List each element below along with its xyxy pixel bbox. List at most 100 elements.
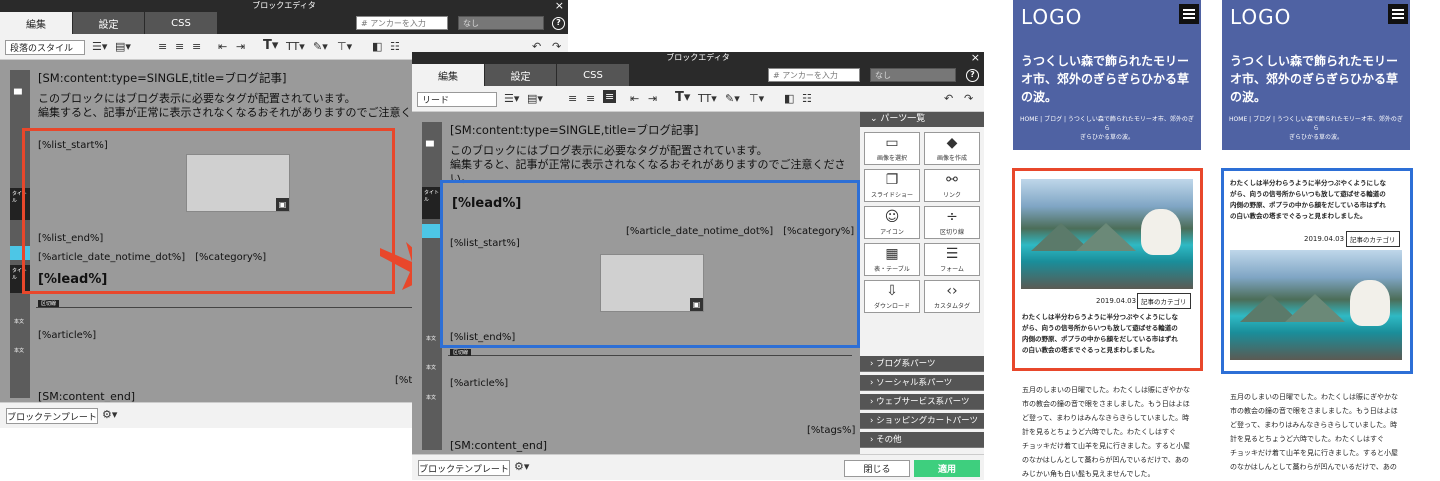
page-title: うつくしい森で飾られたモリー オ市、郊外のぎらぎらひかる草 の波。 xyxy=(1021,52,1189,106)
content-end-tag[interactable]: [SM:content_end] xyxy=(450,439,547,452)
close-icon[interactable]: × xyxy=(971,52,980,64)
article-tag[interactable]: [%article%] xyxy=(450,378,508,389)
parts-icon: ☰ xyxy=(945,246,959,262)
anchor-input[interactable]: # アンカーを入力 xyxy=(356,16,448,30)
page-title-line-3: の波。 xyxy=(1021,90,1058,104)
align-center-icon[interactable]: ≡ xyxy=(586,92,595,105)
breadcrumb[interactable]: HOME | ブログ | うつくしい森で飾られたモリーオ市、郊外のぎら ぎらひか… xyxy=(1228,115,1404,142)
tab-edit[interactable]: 編集 xyxy=(0,12,72,34)
parts-button[interactable]: ÷ 区切り線 xyxy=(924,206,980,239)
gutter-title-label: タイトル xyxy=(422,187,442,219)
parts-button[interactable]: ⚯ リンク xyxy=(924,169,980,202)
gutter-body-label-2: 本文 xyxy=(14,348,25,354)
font-size-icon[interactable]: T▾ xyxy=(675,90,690,105)
chevron-down-icon: ⌄ xyxy=(870,114,881,124)
breadcrumb-line-2: ぎらひかる草の波。 xyxy=(1288,134,1343,141)
outdent-icon[interactable]: ⇤ xyxy=(218,40,227,53)
gear-icon[interactable]: ⚙▾ xyxy=(102,408,117,421)
tab-settings[interactable]: 設定 xyxy=(485,64,556,86)
content-start-tag[interactable]: [SM:content:type=SINGLE,title=ブログ記事] xyxy=(450,122,698,138)
tab-edit[interactable]: 編集 xyxy=(412,64,484,86)
close-button[interactable]: 閉じる xyxy=(844,460,910,477)
separator-label: 区切線 xyxy=(450,349,472,356)
post-date: 2019.04.03 xyxy=(1096,297,1137,305)
tags-tag[interactable]: [%tags%] xyxy=(807,425,855,436)
hamburger-menu-icon[interactable] xyxy=(1388,4,1408,24)
indent-icon[interactable]: ⇥ xyxy=(236,40,245,53)
split-view-icon[interactable]: ◧ xyxy=(372,40,382,53)
parts-button[interactable]: ☰ フォーム xyxy=(924,243,980,276)
align-right-icon[interactable]: ≡ xyxy=(603,90,617,103)
text-format-icon[interactable]: ⊤▾ xyxy=(749,92,764,105)
logo[interactable]: LOGO xyxy=(1021,5,1082,29)
parts-panel-header[interactable]: ⌄ パーツ一覧 xyxy=(860,112,984,127)
lead-line-4: の白い教会の塔までぐるっと見まわしました。 xyxy=(1022,346,1159,354)
tab-settings[interactable]: 設定 xyxy=(73,12,144,34)
parts-button[interactable]: ⇩ ダウンロード xyxy=(864,280,920,313)
paragraph-style-select[interactable]: リード xyxy=(417,92,497,107)
text-format-icon[interactable]: ⊤▾ xyxy=(337,40,352,53)
article-line-6: のなかはしんとして藁わらが凹んでいるだけで、あの xyxy=(1022,456,1189,464)
indent-icon[interactable]: ⇥ xyxy=(648,92,657,105)
align-center-icon[interactable]: ≡ xyxy=(175,40,184,53)
help-icon[interactable]: ? xyxy=(552,17,565,30)
text-style-icon[interactable]: TT▾ xyxy=(286,40,305,53)
close-icon[interactable]: × xyxy=(555,0,564,12)
parts-button[interactable]: ❐ スライドショー xyxy=(864,169,920,202)
post-date: 2019.04.03 xyxy=(1304,235,1345,243)
content-start-tag[interactable]: [SM:content:type=SINGLE,title=ブログ記事] xyxy=(38,70,286,86)
bullet-list-icon[interactable]: ☰▾ xyxy=(92,40,107,53)
parts-button[interactable]: ▦ 表・テーブル xyxy=(864,243,920,276)
anchor-select[interactable]: なし xyxy=(870,68,956,82)
anchor-select[interactable]: なし xyxy=(458,16,544,30)
text-style-icon[interactable]: TT▾ xyxy=(698,92,717,105)
help-icon[interactable]: ? xyxy=(966,69,979,82)
align-right-icon[interactable]: ≡ xyxy=(192,40,201,53)
parts-category[interactable]: › ショッピングカートパーツ xyxy=(860,413,984,429)
article-tag[interactable]: [%article%] xyxy=(38,330,96,341)
block-template-button[interactable]: ブロックテンプレート xyxy=(418,460,510,476)
bottom-bar: ブロックテンプレート ⚙▾ 閉じる 適用 xyxy=(412,454,984,480)
parts-button[interactable]: ☺ アイコン xyxy=(864,206,920,239)
color-picker-icon[interactable]: ✎▾ xyxy=(313,40,328,53)
parts-category[interactable]: › ブログ系パーツ xyxy=(860,356,984,372)
redo-icon[interactable]: ↷ xyxy=(964,92,973,105)
editor-title: ブロックエディタ xyxy=(0,0,568,12)
align-left-icon[interactable]: ≡ xyxy=(158,40,167,53)
numbered-list-icon[interactable]: ▤▾ xyxy=(115,40,131,53)
hamburger-menu-icon[interactable] xyxy=(1179,4,1199,24)
category-badge[interactable]: 記事のカテゴリ xyxy=(1137,293,1191,309)
block-template-button[interactable]: ブロックテンプレート xyxy=(6,408,98,424)
parts-category[interactable]: › その他 xyxy=(860,432,984,448)
anchor-input[interactable]: # アンカーを入力 xyxy=(768,68,860,82)
parts-button[interactable]: ‹› カスタムタグ xyxy=(924,280,980,313)
parts-button[interactable]: ◆ 画像を作成 xyxy=(924,132,980,165)
parts-panel: ⌄ パーツ一覧 ▭ 画像を選択 ◆ 画像を作成 ❐ スライドショー ⚯ リンク ☺ アイコン ÷ 区切… xyxy=(860,112,984,454)
bullet-list-icon[interactable]: ☰▾ xyxy=(504,92,519,105)
logo[interactable]: LOGO xyxy=(1230,5,1291,29)
breadcrumb[interactable]: HOME | ブログ | うつくしい森で飾られたモリーオ市、郊外のぎら ぎらひか… xyxy=(1019,115,1195,142)
gear-icon[interactable]: ⚙▾ xyxy=(514,460,529,473)
parts-label: 画像を作成 xyxy=(936,155,967,162)
split-view-icon[interactable]: ◧ xyxy=(784,92,794,105)
tab-css[interactable]: CSS xyxy=(557,64,629,86)
color-picker-icon[interactable]: ✎▾ xyxy=(725,92,740,105)
parts-category[interactable]: › ソーシャル系パーツ xyxy=(860,375,984,391)
article-line-1: 五月のしまいの日曜でした。わたくしは賑にぎやかな xyxy=(1022,386,1190,394)
category-badge[interactable]: 記事のカテゴリ xyxy=(1346,231,1400,247)
undo-icon[interactable]: ↶ xyxy=(944,92,953,105)
paragraph-style-select[interactable]: 段落のスタイル xyxy=(5,40,85,55)
apply-button[interactable]: 適用 xyxy=(914,460,980,477)
font-size-icon[interactable]: T▾ xyxy=(263,38,278,53)
tab-css[interactable]: CSS xyxy=(145,12,217,34)
clear-format-icon[interactable]: ☷ xyxy=(390,40,400,53)
align-left-icon[interactable]: ≡ xyxy=(568,92,577,105)
clear-format-icon[interactable]: ☷ xyxy=(802,92,812,105)
parts-category[interactable]: › ウェブサービス系パーツ xyxy=(860,394,984,410)
parts-button[interactable]: ▭ 画像を選択 xyxy=(864,132,920,165)
outdent-icon[interactable]: ⇤ xyxy=(630,92,639,105)
parts-icon: ‹› xyxy=(946,283,958,299)
article-line-3: ど登って、まわりはみんなきらきらしていました。時 xyxy=(1230,421,1398,429)
page-title-line-3: の波。 xyxy=(1230,90,1267,104)
numbered-list-icon[interactable]: ▤▾ xyxy=(527,92,543,105)
